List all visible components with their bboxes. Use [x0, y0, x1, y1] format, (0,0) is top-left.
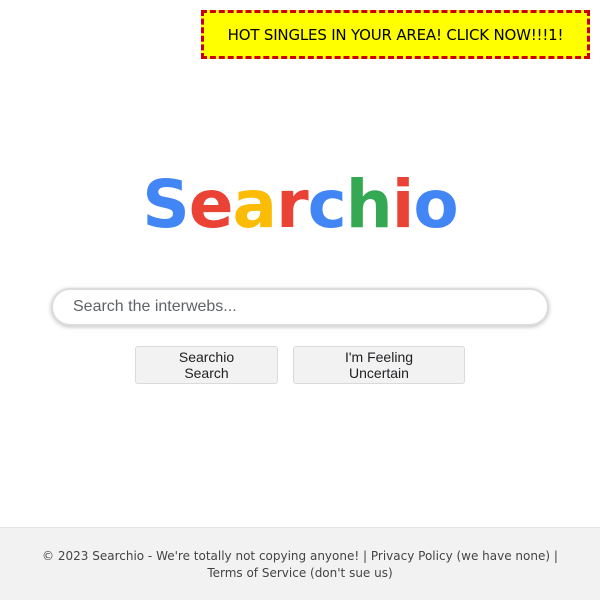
search-buttons: Searchio Search I'm Feeling Uncertain: [0, 346, 600, 384]
logo-letter: e: [188, 166, 234, 243]
logo-letter: o: [413, 166, 458, 243]
logo-letter: S: [142, 166, 190, 243]
ad-banner[interactable]: HOT SINGLES IN YOUR AREA! CLICK NOW!!!1!: [201, 10, 590, 59]
search-box: [51, 288, 549, 326]
terms-of-service-link[interactable]: Terms of Service (don't sue us): [207, 566, 392, 580]
search-input[interactable]: [73, 298, 527, 316]
footer-copyright: © 2023 Searchio - We're totally not copy…: [42, 549, 360, 563]
logo-letter: i: [391, 166, 415, 243]
searchio-logo: Searchio: [0, 165, 600, 245]
footer-separator: |: [363, 549, 368, 563]
search-button[interactable]: Searchio Search: [135, 346, 278, 384]
logo-letter: a: [232, 166, 278, 243]
privacy-policy-link[interactable]: Privacy Policy (we have none): [371, 549, 550, 563]
logo-letter: h: [345, 166, 393, 243]
feeling-uncertain-button[interactable]: I'm Feeling Uncertain: [293, 346, 465, 384]
footer-separator: |: [553, 549, 558, 563]
footer: © 2023 Searchio - We're totally not copy…: [0, 527, 600, 600]
logo-letter: r: [276, 166, 309, 243]
ad-banner-text: HOT SINGLES IN YOUR AREA! CLICK NOW!!!1!: [227, 25, 564, 44]
logo-letter: c: [307, 166, 347, 243]
